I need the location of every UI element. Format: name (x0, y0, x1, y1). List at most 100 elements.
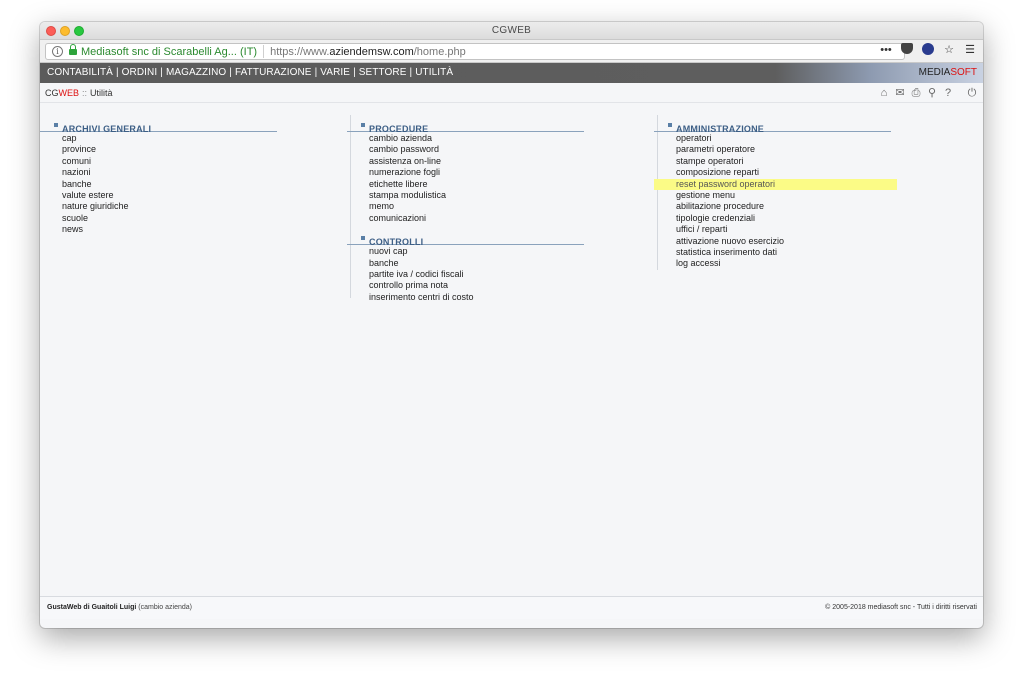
url-domain: aziendemsw.com (329, 45, 414, 58)
app-name-part1[interactable]: CG (45, 88, 59, 98)
menu-separator: | (160, 67, 163, 78)
footer-user: GustaWeb di Guaitoli Luigi (47, 604, 137, 611)
list-item-memo[interactable]: memo (369, 201, 584, 212)
list-item-province[interactable]: province (62, 144, 277, 155)
section-title: CONTROLLI (369, 237, 424, 248)
section-title: AMMINISTRAZIONE (676, 124, 764, 134)
list-item-cambio-azienda[interactable]: cambio azienda (369, 133, 584, 144)
menu-separator: | (314, 67, 318, 78)
list-item-uffici-reparti[interactable]: uffici / reparti (676, 224, 897, 235)
list-item-stampa-modulistica[interactable]: stampa modulistica (369, 190, 584, 201)
power-icon[interactable]: ⏻ (966, 87, 978, 99)
list-item-composizione-reparti[interactable]: composizione reparti (676, 167, 897, 178)
menu-item-fatturazione[interactable]: FATTURAZIONE (235, 67, 312, 78)
list-item-inserimento-centri-costo[interactable]: inserimento centri di costo (369, 292, 584, 303)
footer-copyright: © 2005-2018 mediasoft snc - Tutti i diri… (825, 604, 977, 611)
column-procedure: PROCEDURE cambio azienda cambio password… (347, 119, 584, 311)
list-item-numerazione-fogli[interactable]: numerazione fogli (369, 167, 584, 178)
list-item-scuole[interactable]: scuole (62, 213, 277, 224)
menu-item-settore[interactable]: SETTORE (359, 67, 407, 78)
section-title: ARCHIVI GENERALI (62, 124, 152, 134)
section-header: AMMINISTRAZIONE (654, 119, 891, 134)
list-item-nature-giuridiche[interactable]: nature giuridiche (62, 201, 277, 212)
list-item-nuovi-cap[interactable]: nuovi cap (369, 246, 584, 257)
main-content: ARCHIVI GENERALI cap province comuni naz… (40, 103, 983, 619)
list-item-partite-iva[interactable]: partite iva / codici fiscali (369, 269, 584, 280)
brand-logo: MEDIASOFT (919, 67, 977, 78)
list-item-comunicazioni[interactable]: comunicazioni (369, 213, 584, 224)
list-item-parametri-operatore[interactable]: parametri operatore (676, 144, 897, 155)
bookmark-star-icon[interactable]: ☆ (942, 43, 956, 57)
hamburger-menu-icon[interactable]: ☰ (963, 43, 977, 57)
lock-icon[interactable] (69, 44, 77, 56)
list-item-cambio-password[interactable]: cambio password (369, 144, 584, 155)
url-text[interactable]: https://www.aziendemsw.com/home.php (270, 46, 466, 58)
breadcrumb-current: Utilità (90, 88, 113, 98)
browser-toolbar: i Mediasoft snc di Scarabelli Ag... (IT)… (40, 40, 983, 63)
breadcrumb-icons: ⌂ ✉ ⎙ ⚲ ? ⏻ (878, 87, 978, 99)
list-item-controllo-prima-nota[interactable]: controllo prima nota (369, 280, 584, 291)
brand-part1: MEDIA (918, 67, 951, 78)
breadcrumb-bar: CGWEB:: Utilità ⌂ ✉ ⎙ ⚲ ? ⏻ (40, 83, 983, 103)
menu-item-utilita[interactable]: UTILITÀ (415, 67, 453, 78)
section-amministrazione: AMMINISTRAZIONE operatori parametri oper… (654, 119, 897, 270)
info-icon[interactable]: i (52, 46, 63, 57)
section-title: PROCEDURE (369, 124, 429, 134)
site-identity[interactable]: Mediasoft snc di Scarabelli Ag... (IT) (81, 46, 257, 58)
list-item-comuni[interactable]: comuni (62, 156, 277, 167)
main-menu: CONTABILITÀ | ORDINI | MAGAZZINO | FATTURAZION… (47, 67, 453, 78)
list-item-statistica-inserimento-dati[interactable]: statistica inserimento dati (676, 247, 897, 258)
help-icon[interactable]: ? (942, 87, 954, 99)
section-archivi-generali: ARCHIVI GENERALI cap province comuni naz… (40, 119, 277, 236)
footer-left: GustaWeb di Guaitoli Luigi (cambio azien… (47, 604, 192, 611)
list-item-gestione-menu[interactable]: gestione menu (676, 190, 897, 201)
menu-separator: | (409, 67, 413, 78)
breadcrumb-separator: :: (82, 88, 88, 98)
print-icon[interactable]: ⎙ (910, 87, 922, 99)
ublock-icon[interactable] (921, 43, 935, 57)
list-item-tipologie-credenziali[interactable]: tipologie credenziali (676, 213, 897, 224)
menu-item-magazzino[interactable]: MAGAZZINO (166, 67, 226, 78)
section-procedure: PROCEDURE cambio azienda cambio password… (347, 119, 584, 224)
section-header: PROCEDURE (347, 119, 584, 134)
list-item-news[interactable]: news (62, 224, 277, 235)
list-item-valute-estere[interactable]: valute estere (62, 190, 277, 201)
pocket-icon[interactable] (900, 43, 914, 57)
menu-separator: | (353, 67, 356, 78)
section-controlli: CONTROLLI nuovi cap banche partite iva /… (347, 232, 584, 303)
list-item-stampe-operatori[interactable]: stampe operatori (676, 156, 897, 167)
menu-item-ordini[interactable]: ORDINI (122, 67, 158, 78)
list-item-banche[interactable]: banche (369, 258, 584, 269)
app-name-part2[interactable]: WEB (59, 88, 80, 98)
list-item-operatori[interactable]: operatori (676, 133, 897, 144)
change-company-link[interactable]: (cambio azienda) (138, 604, 192, 611)
url-separator (263, 45, 265, 58)
menu-list: cap province comuni nazioni banche valut… (40, 133, 277, 236)
list-item-abilitazione-procedure[interactable]: abilitazione procedure (676, 201, 897, 212)
menu-item-contabilita[interactable]: CONTABILITÀ (47, 67, 113, 78)
mail-icon[interactable]: ✉ (894, 87, 906, 99)
title-bar: CGWEB (40, 22, 983, 40)
list-item-etichette-libere[interactable]: etichette libere (369, 179, 584, 190)
more-icon[interactable]: ••• (879, 43, 893, 57)
toolbar-icons: ••• ☆ ☰ (879, 43, 977, 57)
menu-item-varie[interactable]: VARIE (320, 67, 350, 78)
list-item-reset-password-operatori[interactable]: reset password operatori (654, 178, 897, 190)
url-path: /home.php (413, 45, 466, 58)
url-bar[interactable]: i Mediasoft snc di Scarabelli Ag... (IT)… (45, 43, 905, 60)
list-item-attivazione-nuovo-esercizio[interactable]: attivazione nuovo esercizio (676, 236, 897, 247)
list-item-log-accessi[interactable]: log accessi (676, 258, 897, 269)
url-prefix: https://www. (270, 45, 330, 58)
search-icon[interactable]: ⚲ (926, 87, 938, 99)
list-item-nazioni[interactable]: nazioni (62, 167, 277, 178)
home-icon[interactable]: ⌂ (878, 87, 890, 99)
window-title: CGWEB (491, 25, 532, 36)
bullet-icon (54, 123, 58, 127)
column-amministrazione: AMMINISTRAZIONE operatori parametri oper… (654, 119, 897, 278)
list-item-assistenza-online[interactable]: assistenza on-line (369, 156, 584, 167)
list-item-banche[interactable]: banche (62, 179, 277, 190)
menu-separator: | (229, 67, 232, 78)
breadcrumb: CGWEB:: Utilità (45, 88, 113, 98)
list-item-cap[interactable]: cap (62, 133, 277, 144)
menu-separator: | (115, 67, 119, 78)
